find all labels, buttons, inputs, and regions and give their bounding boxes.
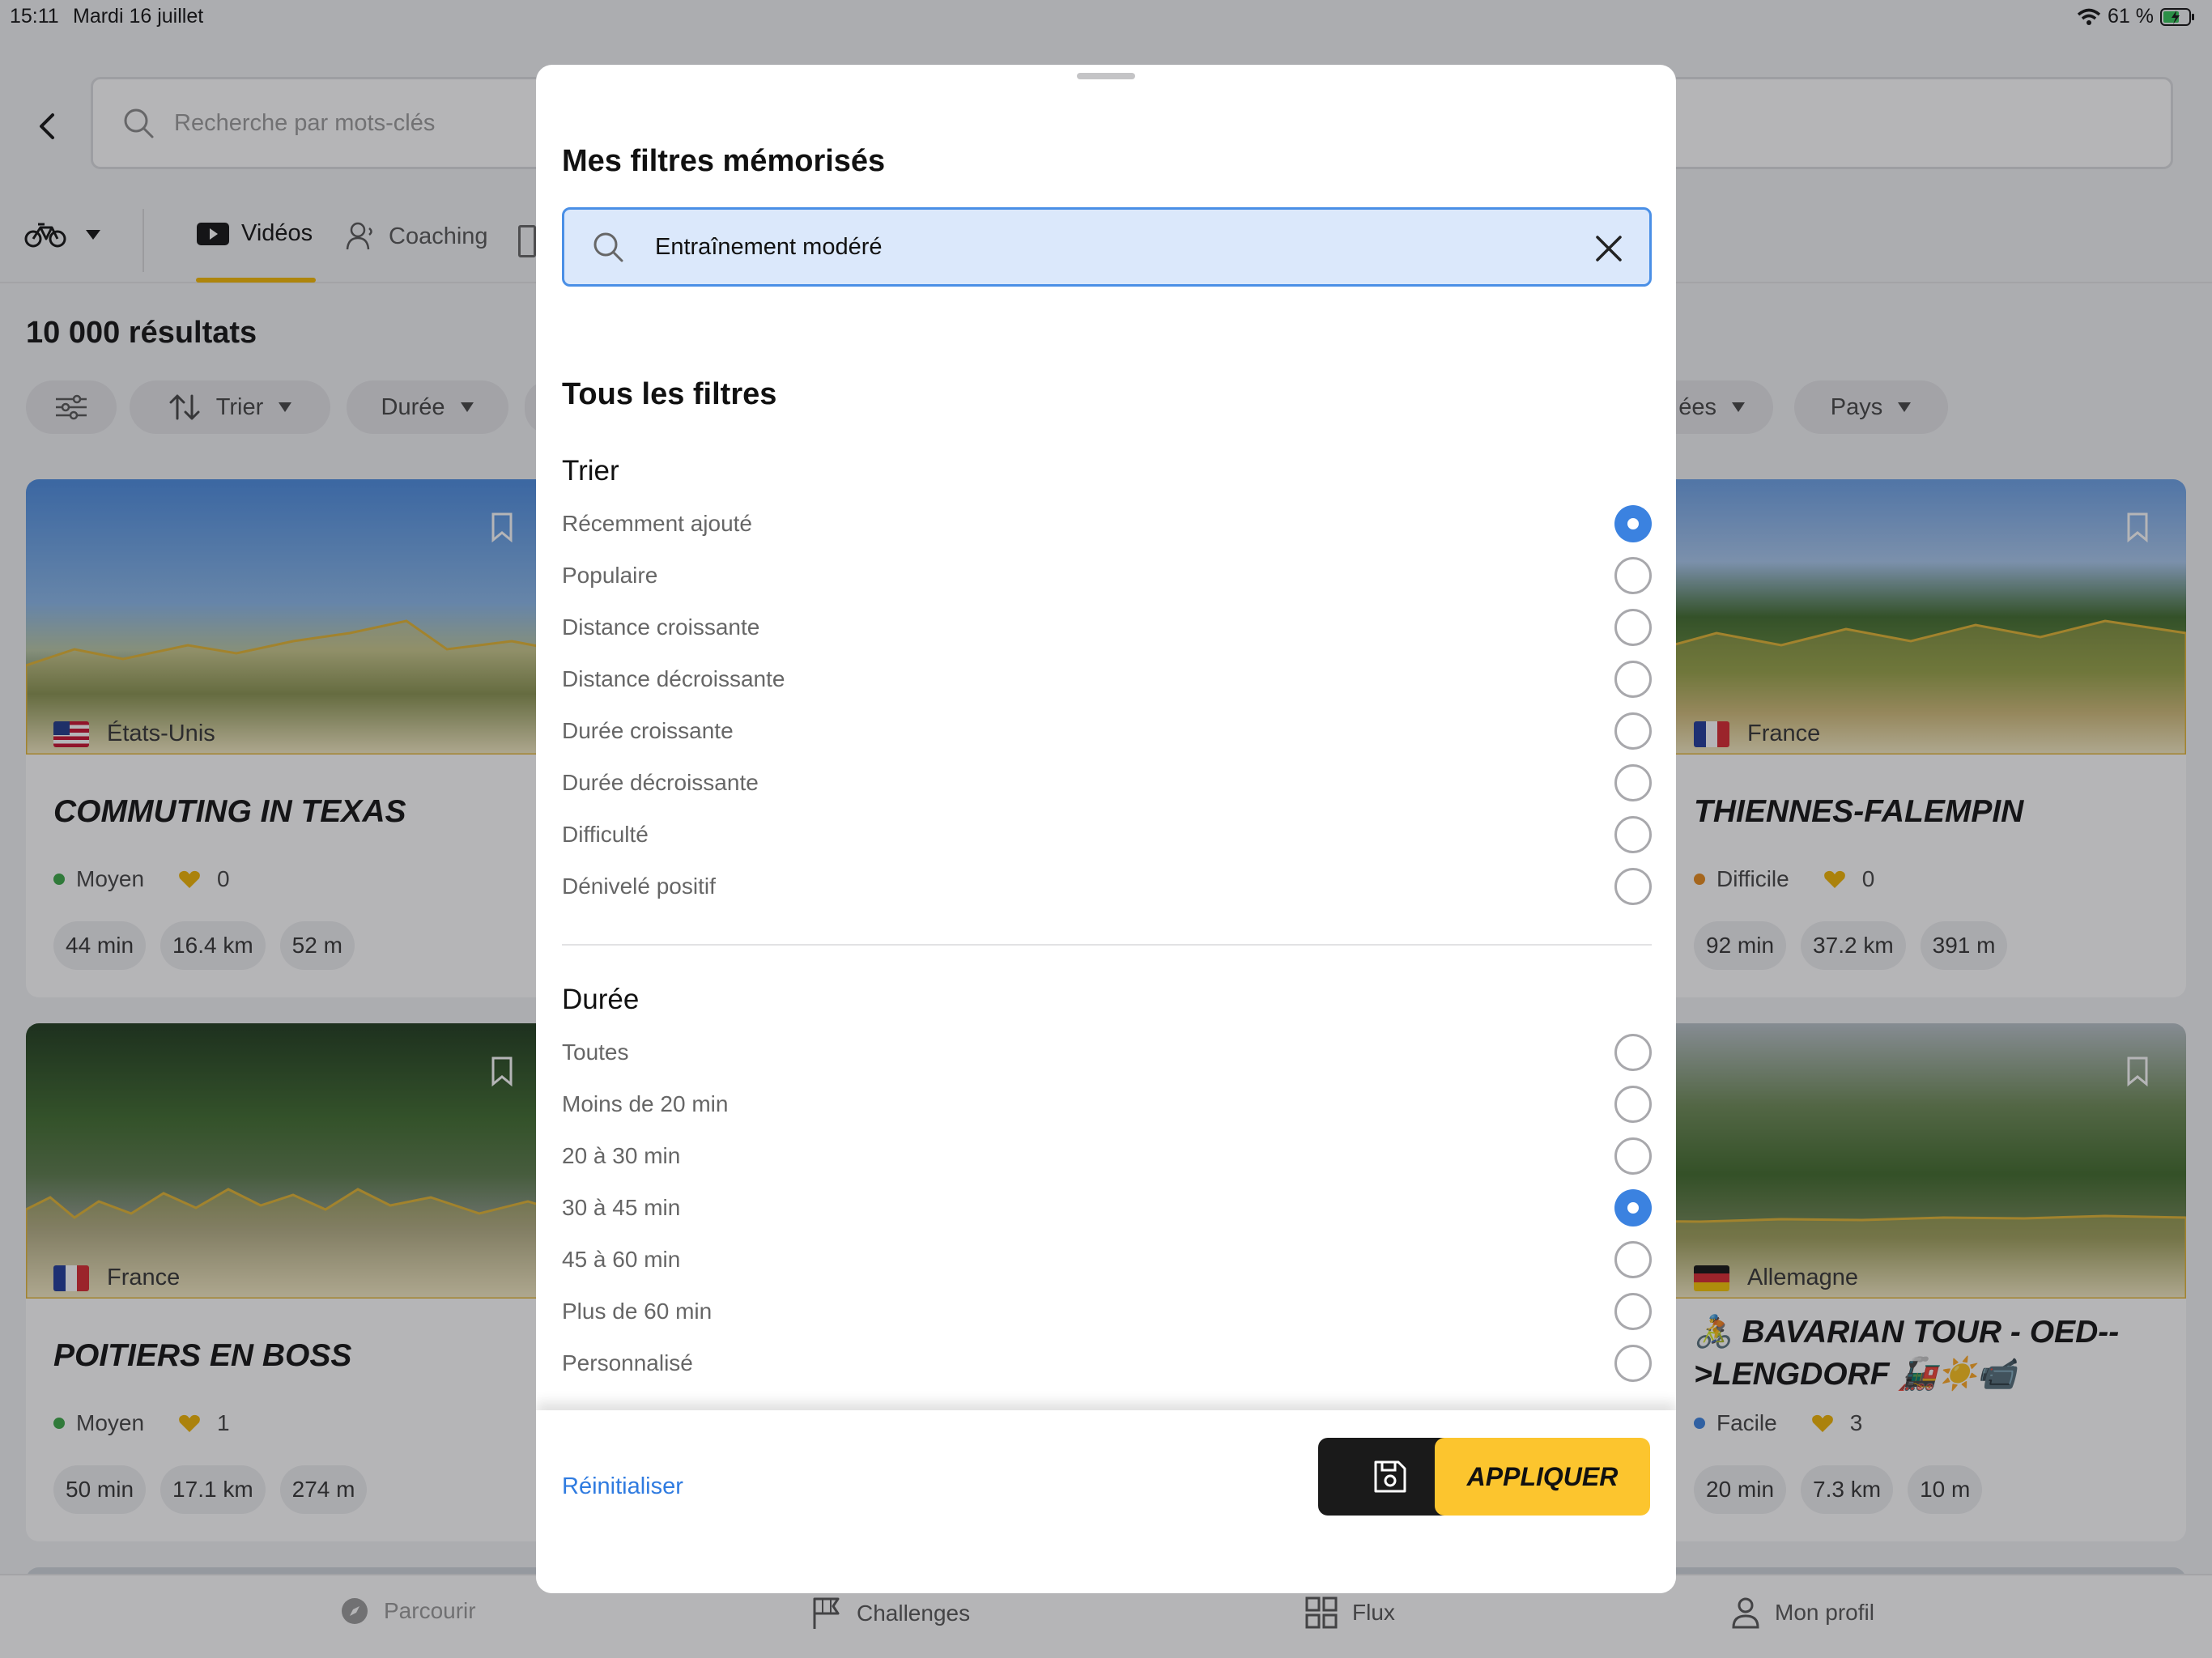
all-filters-title: Tous les filtres bbox=[562, 377, 777, 411]
sheet-drag-handle[interactable] bbox=[1077, 73, 1135, 79]
duration-option[interactable]: 30 à 45 min bbox=[562, 1184, 1652, 1232]
option-label: Toutes bbox=[562, 1039, 629, 1065]
option-label: 45 à 60 min bbox=[562, 1247, 681, 1272]
radio-unselected[interactable] bbox=[1614, 1137, 1652, 1175]
radio-unselected[interactable] bbox=[1614, 1034, 1652, 1071]
radio-unselected[interactable] bbox=[1614, 609, 1652, 646]
option-label: Populaire bbox=[562, 563, 658, 588]
saved-filter-value: Entraînement modéré bbox=[655, 233, 883, 260]
sort-option[interactable]: Dénivelé positif bbox=[562, 862, 1652, 911]
radio-unselected[interactable] bbox=[1614, 1241, 1652, 1278]
option-label: Plus de 60 min bbox=[562, 1299, 713, 1324]
option-label: Personnalisé bbox=[562, 1350, 693, 1375]
radio-unselected[interactable] bbox=[1614, 1086, 1652, 1123]
duration-option[interactable]: Toutes bbox=[562, 1028, 1652, 1077]
radio-selected[interactable] bbox=[1614, 505, 1652, 542]
option-label: Difficulté bbox=[562, 822, 649, 847]
search-icon bbox=[593, 232, 623, 262]
radio-unselected[interactable] bbox=[1614, 868, 1652, 905]
section-divider bbox=[562, 944, 1652, 946]
option-label: 30 à 45 min bbox=[562, 1195, 681, 1220]
radio-unselected[interactable] bbox=[1614, 764, 1652, 801]
saved-filters-title: Mes filtres mémorisés bbox=[562, 144, 886, 178]
sort-option[interactable]: Distance décroissante bbox=[562, 655, 1652, 704]
sort-option[interactable]: Difficulté bbox=[562, 810, 1652, 859]
radio-unselected[interactable] bbox=[1614, 1345, 1652, 1382]
duration-option[interactable]: Personnalisé bbox=[562, 1339, 1652, 1388]
sort-option[interactable]: Récemment ajouté bbox=[562, 500, 1652, 548]
radio-unselected[interactable] bbox=[1614, 712, 1652, 750]
sort-option[interactable]: Durée croissante bbox=[562, 707, 1652, 755]
save-icon bbox=[1374, 1460, 1406, 1493]
sort-option[interactable]: Distance croissante bbox=[562, 603, 1652, 652]
option-label: Dénivelé positif bbox=[562, 874, 716, 899]
radio-unselected[interactable] bbox=[1614, 816, 1652, 853]
sort-option[interactable]: Durée décroissante bbox=[562, 759, 1652, 807]
reset-button[interactable]: Réinitialiser bbox=[562, 1473, 683, 1500]
apply-button[interactable]: APPLIQUER bbox=[1435, 1438, 1650, 1516]
sort-option[interactable]: Populaire bbox=[562, 551, 1652, 600]
duration-option[interactable]: Moins de 20 min bbox=[562, 1080, 1652, 1129]
duration-section-title: Durée bbox=[562, 984, 640, 1015]
radio-selected[interactable] bbox=[1614, 1189, 1652, 1226]
sort-section-title: Trier bbox=[562, 455, 619, 487]
option-label: Moins de 20 min bbox=[562, 1091, 729, 1116]
radio-unselected[interactable] bbox=[1614, 661, 1652, 698]
duration-option[interactable]: Plus de 60 min bbox=[562, 1287, 1652, 1336]
radio-unselected[interactable] bbox=[1614, 1293, 1652, 1330]
filters-modal: Mes filtres mémorisés Entraînement modér… bbox=[536, 65, 1676, 1593]
duration-option[interactable]: 20 à 30 min bbox=[562, 1132, 1652, 1180]
option-label: Distance décroissante bbox=[562, 666, 785, 691]
duration-option[interactable]: 45 à 60 min bbox=[562, 1235, 1652, 1284]
option-label: Durée croissante bbox=[562, 718, 734, 743]
radio-unselected[interactable] bbox=[1614, 557, 1652, 594]
saved-filter-search-field[interactable]: Entraînement modéré bbox=[562, 207, 1652, 287]
close-icon[interactable] bbox=[1594, 234, 1623, 263]
option-label: Durée décroissante bbox=[562, 770, 759, 795]
option-label: 20 à 30 min bbox=[562, 1143, 681, 1168]
option-label: Récemment ajouté bbox=[562, 511, 753, 536]
option-label: Distance croissante bbox=[562, 614, 760, 640]
